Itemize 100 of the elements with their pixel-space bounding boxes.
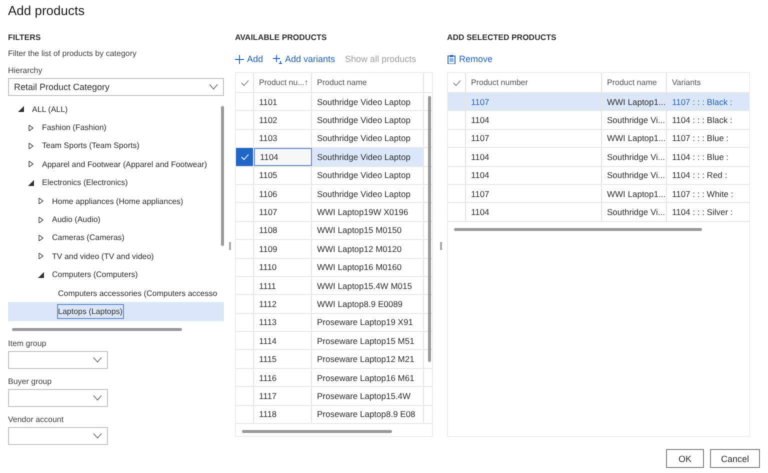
- filter-description: Filter the list of products by category: [8, 49, 138, 58]
- table-cell: 1106: [254, 184, 312, 202]
- table-cell-text: 1107 : : : White :: [671, 188, 734, 201]
- splitter-handle[interactable]: [440, 242, 442, 250]
- scrollbar[interactable]: [428, 96, 431, 362]
- column-header[interactable]: Variants: [667, 73, 747, 92]
- table-cell: 1104: [466, 166, 602, 184]
- tree-item[interactable]: Computers accessories (Computers accesso: [8, 284, 224, 302]
- table-cell: 1113: [254, 314, 312, 332]
- collapsed-triangle-icon[interactable]: [38, 198, 44, 204]
- table-cell: WWI Laptop8.9 E0089: [312, 295, 424, 313]
- dropdown-field[interactable]: [8, 351, 108, 369]
- scrollbar[interactable]: [454, 228, 702, 231]
- table-cell: 1116: [254, 368, 312, 386]
- tree-item[interactable]: TV and video (TV and video): [8, 247, 224, 266]
- tree-item[interactable]: Apparel and Footwear (Apparel and Footwear): [8, 155, 224, 174]
- table-cell-text: 1104 : : : Silver :: [671, 206, 734, 220]
- table-cell: 1112: [254, 295, 312, 313]
- table-cell: 1110: [254, 258, 312, 276]
- table-cell: WWI Laptop12 M0120: [312, 240, 424, 258]
- dialog-title: Add products: [8, 3, 86, 20]
- table-cell: Southridge Video Laptop: [312, 93, 424, 110]
- add-button[interactable]: Add variants: [273, 54, 336, 64]
- table-cell: Proseware Laptop8.9 E08: [312, 406, 424, 424]
- table-cell: 1117: [254, 387, 312, 405]
- tree-item[interactable]: Audio (Audio): [8, 210, 224, 229]
- plus-variants-icon: [273, 54, 282, 64]
- expanded-triangle-icon[interactable]: [28, 180, 34, 186]
- column-header[interactable]: Product name: [602, 73, 667, 92]
- tree-item[interactable]: Laptops (Laptops): [8, 302, 224, 321]
- table-cell: WWI Laptop19W X0196: [312, 203, 424, 221]
- field-label: Buyer group: [8, 377, 53, 387]
- dropdown-field[interactable]: [8, 389, 108, 407]
- table-cell-text: 1107 : : : Blue :: [671, 132, 730, 146]
- table-cell: 1103: [254, 130, 312, 148]
- table-cell: WWI Laptop15 M0150: [312, 222, 424, 240]
- tree-item[interactable]: Computers (Computers): [8, 266, 224, 284]
- tree-item[interactable]: Home appliances (Home appliances): [8, 192, 224, 210]
- cancel-button[interactable]: Cancel: [710, 449, 760, 468]
- table-cell: WWI Laptop15.4W M015: [312, 276, 424, 294]
- dropdown-field[interactable]: [8, 427, 108, 445]
- expanded-triangle-icon[interactable]: [18, 106, 24, 112]
- collapsed-triangle-icon[interactable]: [28, 142, 34, 149]
- table-cell: WWI Laptop1...: [602, 93, 667, 110]
- collapsed-triangle-icon[interactable]: [28, 124, 34, 131]
- expanded-triangle-icon[interactable]: [38, 272, 44, 278]
- scrollbar[interactable]: [242, 430, 392, 434]
- remove-button[interactable]: Remove: [447, 54, 493, 64]
- table-cell-text: 1104 : : : Blue :: [671, 150, 730, 164]
- table-cell: Southridge Video Laptop: [312, 184, 424, 202]
- table-cell: Southridge Video Laptop: [312, 166, 424, 184]
- row-checkbox[interactable]: [236, 148, 254, 166]
- table-cell: 1105: [254, 166, 312, 184]
- table-cell: Southridge Vi...: [602, 111, 667, 129]
- column-header[interactable]: Product name: [312, 73, 424, 92]
- table-cell: 1114: [254, 332, 312, 350]
- field-label: Hierarchy: [8, 66, 44, 76]
- column-header[interactable]: Product number: [466, 73, 602, 92]
- column-header[interactable]: Product nu...↑: [254, 73, 312, 92]
- table-cell: Proseware Laptop19 X91: [312, 314, 424, 332]
- chevron-down-icon: [93, 433, 102, 439]
- table-cell: 1107: [466, 130, 602, 148]
- splitter-handle[interactable]: [229, 242, 231, 250]
- ok-button[interactable]: OK: [666, 449, 704, 468]
- collapsed-triangle-icon[interactable]: [38, 216, 44, 223]
- scrollbar[interactable]: [221, 106, 224, 246]
- table-cell-text: 1107 : : : Black :: [671, 96, 734, 109]
- table-cell: Southridge Video Laptop: [312, 148, 424, 166]
- section-heading: AVAILABLE PRODUCTS: [235, 33, 328, 44]
- table-cell-text: 1104 : : : Red :: [671, 169, 728, 182]
- tree-item[interactable]: ALL (ALL): [8, 100, 224, 118]
- selected-row-highlight[interactable]: 1107 WWI Laptop1... 1107 : : : Black :: [448, 93, 749, 112]
- checkmark-icon[interactable]: [452, 80, 460, 86]
- table-cell: 1104: [466, 111, 602, 129]
- sort-arrow-icon[interactable]: ↑: [304, 78, 308, 87]
- collapsed-triangle-icon[interactable]: [38, 234, 44, 241]
- table-cell: Southridge Video Laptop: [312, 130, 424, 148]
- table-cell: Proseware Laptop15.4W: [312, 387, 424, 405]
- collapsed-triangle-icon[interactable]: [28, 161, 34, 168]
- column-header-label: Product nu...: [259, 78, 304, 87]
- field-label: Vendor account: [8, 415, 65, 425]
- tree-item[interactable]: Team Sports (Team Sports): [8, 136, 224, 156]
- tree-item[interactable]: Fashion (Fashion): [8, 118, 224, 137]
- column-header-label: Product name: [317, 78, 367, 87]
- table-cell: 1115: [254, 350, 312, 368]
- section-heading: FILTERS: [8, 33, 42, 44]
- table-cell: 1111: [254, 276, 312, 294]
- checkmark-icon: [240, 154, 248, 160]
- table-cell: Proseware Laptop16 M61: [312, 368, 424, 386]
- hierarchy-dropdown[interactable]: Retail Product Category: [8, 78, 224, 96]
- tree-item[interactable]: Cameras (Cameras): [8, 228, 224, 248]
- scrollbar[interactable]: [12, 328, 182, 331]
- table-cell: Proseware Laptop12 M21: [312, 350, 424, 368]
- add-button[interactable]: Add: [235, 54, 264, 64]
- table-cell: 1102: [254, 111, 312, 129]
- table-cell: WWI Laptop1...: [602, 130, 667, 148]
- checkmark-icon[interactable]: [240, 80, 248, 86]
- collapsed-triangle-icon[interactable]: [38, 253, 44, 260]
- table-cell: 1107: [466, 184, 602, 202]
- tree-item[interactable]: Electronics (Electronics): [8, 174, 224, 192]
